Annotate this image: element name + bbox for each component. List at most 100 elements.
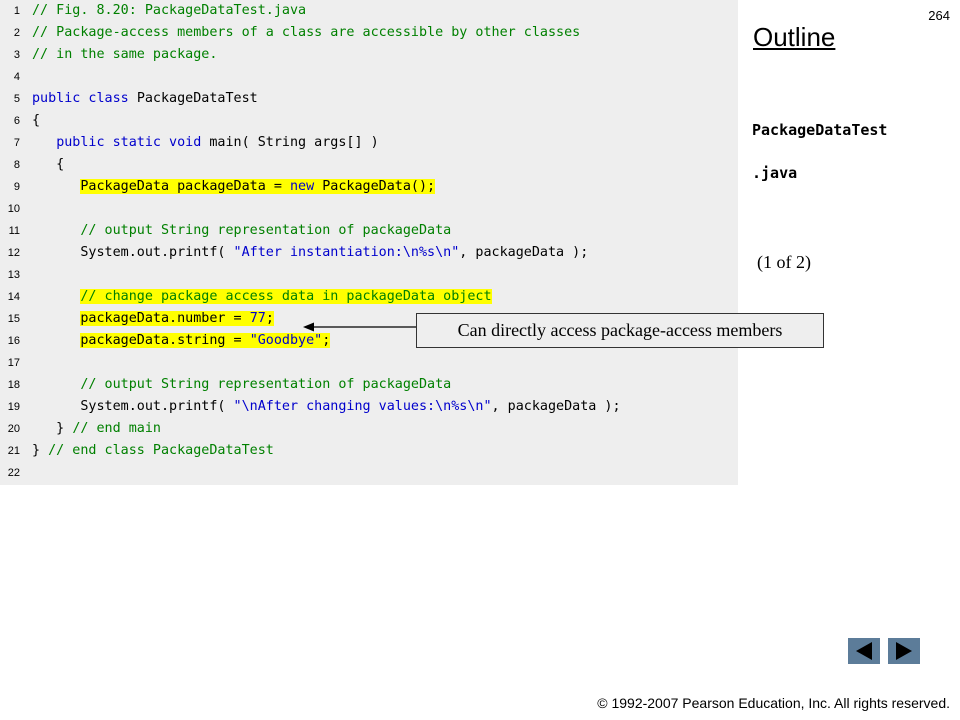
code-token-keyword: new xyxy=(289,179,323,194)
part-label: (1 of 2) xyxy=(757,252,811,272)
line-number: 15 xyxy=(7,313,20,325)
line-number: 13 xyxy=(7,269,20,281)
callout-box: Can directly access package-access membe… xyxy=(416,313,824,348)
code-token-plain: System.out.printf( xyxy=(32,245,234,260)
code-token-keyword: public class xyxy=(32,91,137,106)
code-text: System.out.printf( "\nAfter changing val… xyxy=(32,396,621,418)
code-token-comment: // Fig. 8.20: PackageDataTest.java xyxy=(32,3,307,18)
code-token-plain: PackageDataTest xyxy=(136,91,258,106)
code-text: PackageData packageData = new PackageDat… xyxy=(32,176,436,198)
code-line: 11 // output String representation of pa… xyxy=(0,220,738,242)
code-token-string: "\nAfter changing values:\n%s\n" xyxy=(233,399,492,414)
code-line: 7 public static void main( String args[]… xyxy=(0,132,738,154)
line-number: 7 xyxy=(13,137,20,149)
line-number: 22 xyxy=(7,467,20,479)
code-token-plain: PackageData packageData = xyxy=(80,179,290,194)
line-number: 17 xyxy=(7,357,20,369)
line-number: 20 xyxy=(7,423,20,435)
line-number: 16 xyxy=(7,335,20,347)
code-text: // output String representation of packa… xyxy=(32,220,451,242)
code-text: } // end class PackageDataTest xyxy=(32,440,274,462)
code-token-plain: } xyxy=(32,443,49,458)
line-number: 11 xyxy=(8,225,20,237)
file-name-line1: PackageDataTest xyxy=(752,121,888,139)
code-text: // output String representation of packa… xyxy=(32,374,451,396)
code-token-plain: System.out.printf( xyxy=(32,399,234,414)
code-line: 1 // Fig. 8.20: PackageDataTest.java xyxy=(0,0,738,22)
code-token-plain: ; xyxy=(265,311,274,326)
code-token-plain: { xyxy=(32,113,41,128)
code-token-plain: { xyxy=(32,157,65,172)
code-line: 13 xyxy=(0,264,738,286)
code-line: 20 } // end main xyxy=(0,418,738,440)
code-line: 9 PackageData packageData = new PackageD… xyxy=(0,176,738,198)
code-listing: 1 // Fig. 8.20: PackageDataTest.java 2 // P… xyxy=(0,0,738,485)
code-line: 5 public class PackageDataTest xyxy=(0,88,738,110)
line-number: 19 xyxy=(7,401,20,413)
code-text: // change package access data in package… xyxy=(32,286,492,308)
code-token-plain: , packageData ); xyxy=(491,399,621,414)
next-slide-button[interactable] xyxy=(888,638,920,664)
code-line: 22 xyxy=(0,462,738,484)
prev-slide-button[interactable] xyxy=(848,638,880,664)
code-token-comment: // Package-access members of a class are… xyxy=(32,25,581,40)
code-line: 8 { xyxy=(0,154,738,176)
line-number: 21 xyxy=(7,445,20,457)
callout-arrow-icon xyxy=(303,322,416,332)
code-token-comment: // in the same package. xyxy=(32,47,218,62)
code-token-plain: main( String args[] ) xyxy=(209,135,379,150)
code-line: 10 xyxy=(0,198,738,220)
code-line: 14 // change package access data in pack… xyxy=(0,286,738,308)
line-number: 6 xyxy=(13,115,20,127)
code-line: 2 // Package-access members of a class ar… xyxy=(0,22,738,44)
code-line: 18 // output String representation of pa… xyxy=(0,374,738,396)
copyright-notice: © 1992-2007 Pearson Education, Inc. All … xyxy=(597,695,950,711)
code-line: 4 xyxy=(0,66,738,88)
line-number: 5 xyxy=(13,93,20,105)
code-line: 17 xyxy=(0,352,738,374)
code-token-plain: PackageData(); xyxy=(322,179,436,194)
line-number: 4 xyxy=(13,71,20,83)
code-token-comment: // end main xyxy=(72,421,161,436)
code-token-plain: packageData.number = xyxy=(80,311,250,326)
triangle-right-icon xyxy=(896,642,912,660)
code-token-plain: ; xyxy=(322,333,331,348)
line-number: 14 xyxy=(7,291,20,303)
line-number: 10 xyxy=(7,203,20,215)
line-number: 18 xyxy=(7,379,20,391)
file-name-line2: .java xyxy=(752,164,798,182)
line-number: 8 xyxy=(13,159,20,171)
code-token-plain: , packageData ); xyxy=(459,245,589,260)
code-line: 19 System.out.printf( "\nAfter changing … xyxy=(0,396,738,418)
line-number: 12 xyxy=(7,247,20,259)
code-token-keyword: public static void xyxy=(56,135,210,150)
code-text: // Fig. 8.20: PackageDataTest.java xyxy=(32,0,306,22)
code-text: } // end main xyxy=(32,418,161,440)
code-text: public static void main( String args[] ) xyxy=(32,132,379,154)
code-text: public class PackageDataTest xyxy=(32,88,258,110)
code-token-comment: // end class PackageDataTest xyxy=(48,443,274,458)
line-number: 1 xyxy=(13,5,20,17)
triangle-left-icon xyxy=(856,642,872,660)
code-line: 12 System.out.printf( "After instantiati… xyxy=(0,242,738,264)
code-line: 3 // in the same package. xyxy=(0,44,738,66)
line-number: 9 xyxy=(13,181,20,193)
code-token-string: 77 xyxy=(249,311,266,326)
code-text: packageData.string = "Goodbye"; xyxy=(32,330,331,352)
code-token-plain: } xyxy=(32,421,73,436)
line-number: 3 xyxy=(13,49,20,61)
code-text: System.out.printf( "After instantiation:… xyxy=(32,242,588,264)
code-token-comment: // output String representation of packa… xyxy=(80,377,452,392)
outline-title[interactable]: Outline xyxy=(753,22,835,53)
code-line: 6{ xyxy=(0,110,738,132)
code-token-string: "After instantiation:\n%s\n" xyxy=(233,245,460,260)
code-text: // in the same package. xyxy=(32,44,217,66)
line-number: 2 xyxy=(13,27,20,39)
